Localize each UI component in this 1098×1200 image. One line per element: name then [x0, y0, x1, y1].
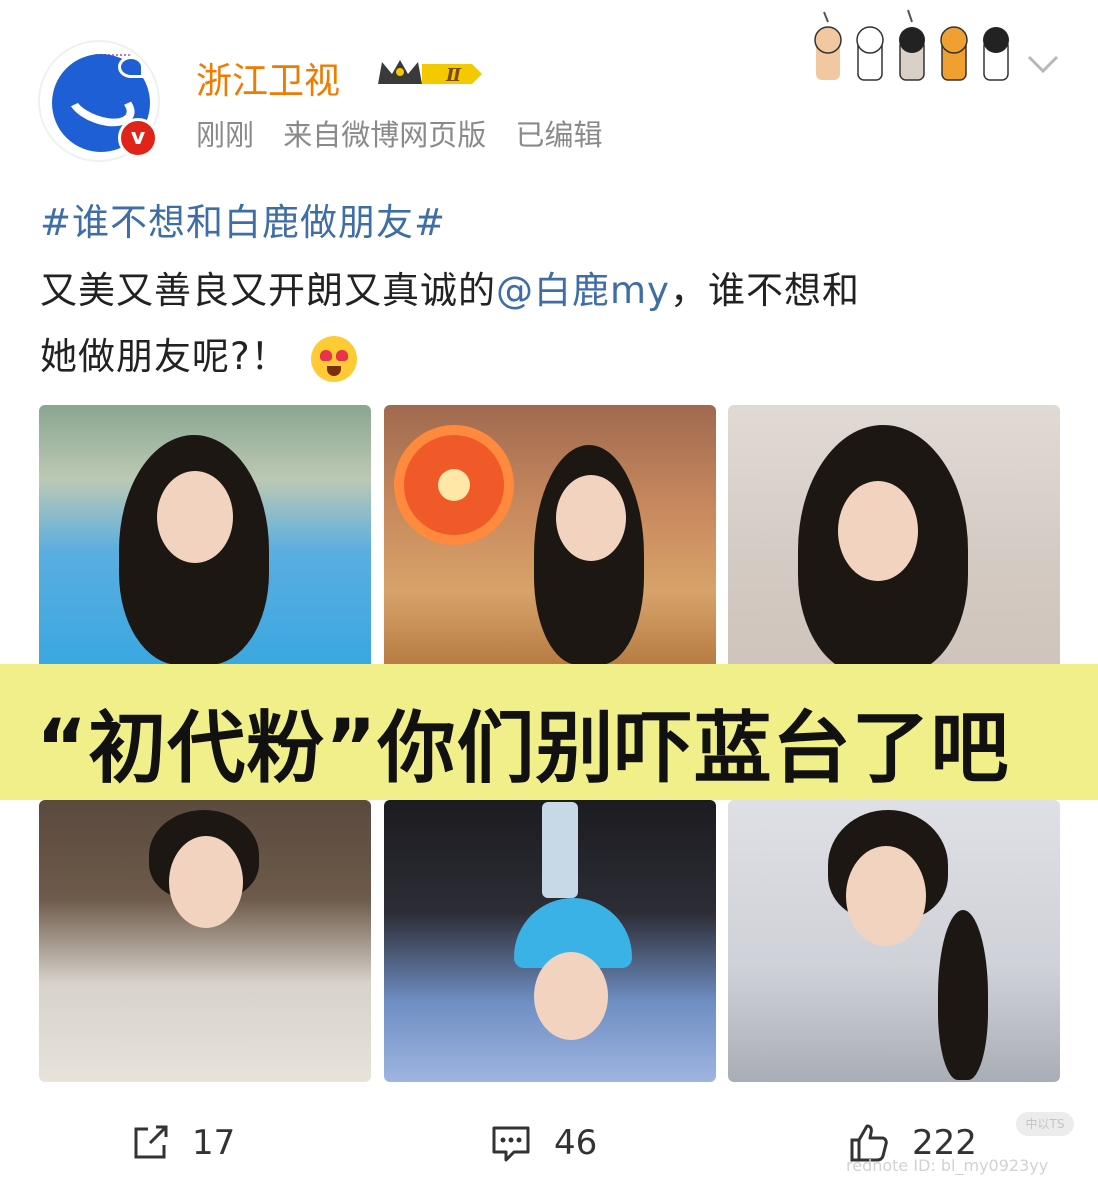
heart-eyes-emoji-icon: [310, 335, 357, 382]
post-text-line2: 她做朋友呢?！: [40, 326, 357, 382]
photo-4[interactable]: [39, 800, 371, 1082]
photo-3[interactable]: [728, 405, 1060, 671]
topic-hashtag[interactable]: #谁不想和白鹿做朋友#: [40, 192, 446, 246]
post-meta: 刚刚 来自微博网页版 已编辑: [196, 112, 622, 154]
comment-count: 46: [554, 1123, 598, 1163]
post-time: 刚刚: [196, 118, 255, 152]
post-text-after-mention: ，谁不想和: [669, 269, 860, 312]
rednote-watermark: rednote ID: bl_my0923yy: [846, 1156, 1049, 1175]
watermark-badge: 中以TS: [1016, 1112, 1074, 1136]
repost-button[interactable]: 17: [128, 1118, 235, 1168]
post-text-end: 她做朋友呢?！: [40, 335, 289, 378]
verified-v-icon: v: [118, 118, 158, 158]
photo-6[interactable]: [728, 800, 1060, 1082]
level-badge-label: Ⅱ: [445, 65, 462, 86]
comment-icon: [492, 1126, 530, 1162]
chevron-down-icon[interactable]: [1026, 52, 1060, 76]
repost-icon: [134, 1125, 168, 1159]
photo-2[interactable]: [384, 405, 716, 671]
caption-banner: “初代粉”你们别吓蓝台了吧: [0, 664, 1098, 800]
paw-decoration-icon: [814, 9, 1009, 81]
repost-count: 17: [192, 1123, 236, 1163]
post-text-line1: 又美又善良又开朗又真诚的@白鹿my，谁不想和: [40, 260, 860, 314]
author-name[interactable]: 浙江卫视: [196, 52, 340, 104]
post-source: 来自微博网页版: [283, 118, 487, 152]
photo-5[interactable]: [384, 800, 716, 1082]
post-text-before-mention: 又美又善良又开朗又真诚的: [40, 269, 496, 312]
comment-button[interactable]: 46: [488, 1118, 597, 1168]
crown-badge-icon: Ⅱ: [378, 60, 482, 86]
edited-label: 已编辑: [515, 118, 603, 152]
photo-1[interactable]: [39, 405, 371, 671]
caption-text: “初代粉”你们别吓蓝台了吧: [36, 704, 1010, 794]
mention-link[interactable]: @白鹿my: [496, 269, 670, 312]
